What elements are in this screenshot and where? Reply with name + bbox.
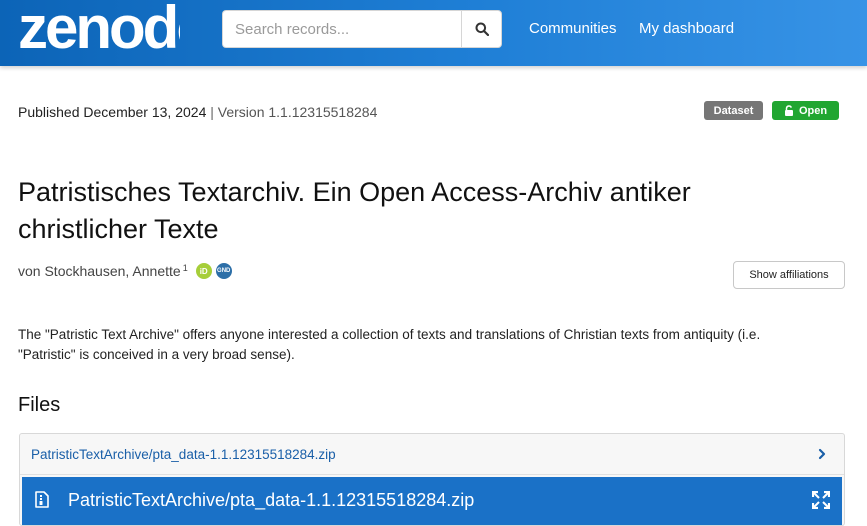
creator-name[interactable]: von Stockhausen, Annette — [18, 263, 181, 279]
separator: | — [210, 104, 214, 120]
preview-file-name: PatristicTextArchive/pta_data-1.1.123155… — [68, 490, 475, 510]
top-navbar: zenodo Communities My dashboard — [0, 0, 867, 66]
file-accordion-label: PatristicTextArchive/pta_data-1.1.123155… — [31, 446, 336, 462]
gnd-icon[interactable]: GND — [215, 263, 232, 279]
affiliation-ref: 1 — [182, 263, 188, 273]
access-label: Open — [798, 104, 828, 117]
resource-type-badge[interactable]: Dataset — [704, 101, 763, 120]
publication-info: Published December 13, 2024 | Version 1.… — [18, 104, 377, 120]
nav-communities-link[interactable]: Communities — [529, 20, 617, 37]
file-accordion-header[interactable]: PatristicTextArchive/pta_data-1.1.123155… — [20, 434, 844, 475]
nav-dashboard-link[interactable]: My dashboard — [639, 20, 734, 37]
search-icon — [475, 22, 489, 36]
version-label: Version 1.1.12315518284 — [217, 104, 378, 120]
search-bar — [222, 10, 502, 48]
record-title: Patristisches Textarchiv. Ein Open Acces… — [18, 177, 691, 244]
zenodo-logo[interactable]: zenodo — [18, 0, 180, 54]
files-heading: Files — [18, 394, 61, 416]
creators-list: von Stockhausen, Annette 1 iD GND — [18, 263, 232, 279]
published-label: Published — [18, 104, 80, 120]
access-badge[interactable]: Open — [772, 101, 839, 120]
file-zip-icon — [35, 491, 49, 508]
show-affiliations-button[interactable]: Show affiliations — [733, 261, 845, 289]
published-date: December 13, 2024 — [83, 104, 207, 120]
expand-icon[interactable] — [812, 491, 830, 509]
lock-open-icon — [784, 105, 793, 116]
chevron-right-icon[interactable] — [818, 448, 826, 460]
file-preview-bar: PatristicTextArchive/pta_data-1.1.123155… — [22, 477, 842, 525]
files-panel: PatristicTextArchive/pta_data-1.1.123155… — [19, 433, 845, 526]
resource-type-label: Dataset — [713, 104, 754, 117]
search-button[interactable] — [461, 10, 502, 48]
record-description: The "Patristic Text Archive" offers anyo… — [18, 327, 761, 362]
orcid-icon[interactable]: iD — [195, 263, 212, 279]
search-input[interactable] — [222, 10, 461, 48]
logo-text: zenodo — [18, 0, 180, 54]
